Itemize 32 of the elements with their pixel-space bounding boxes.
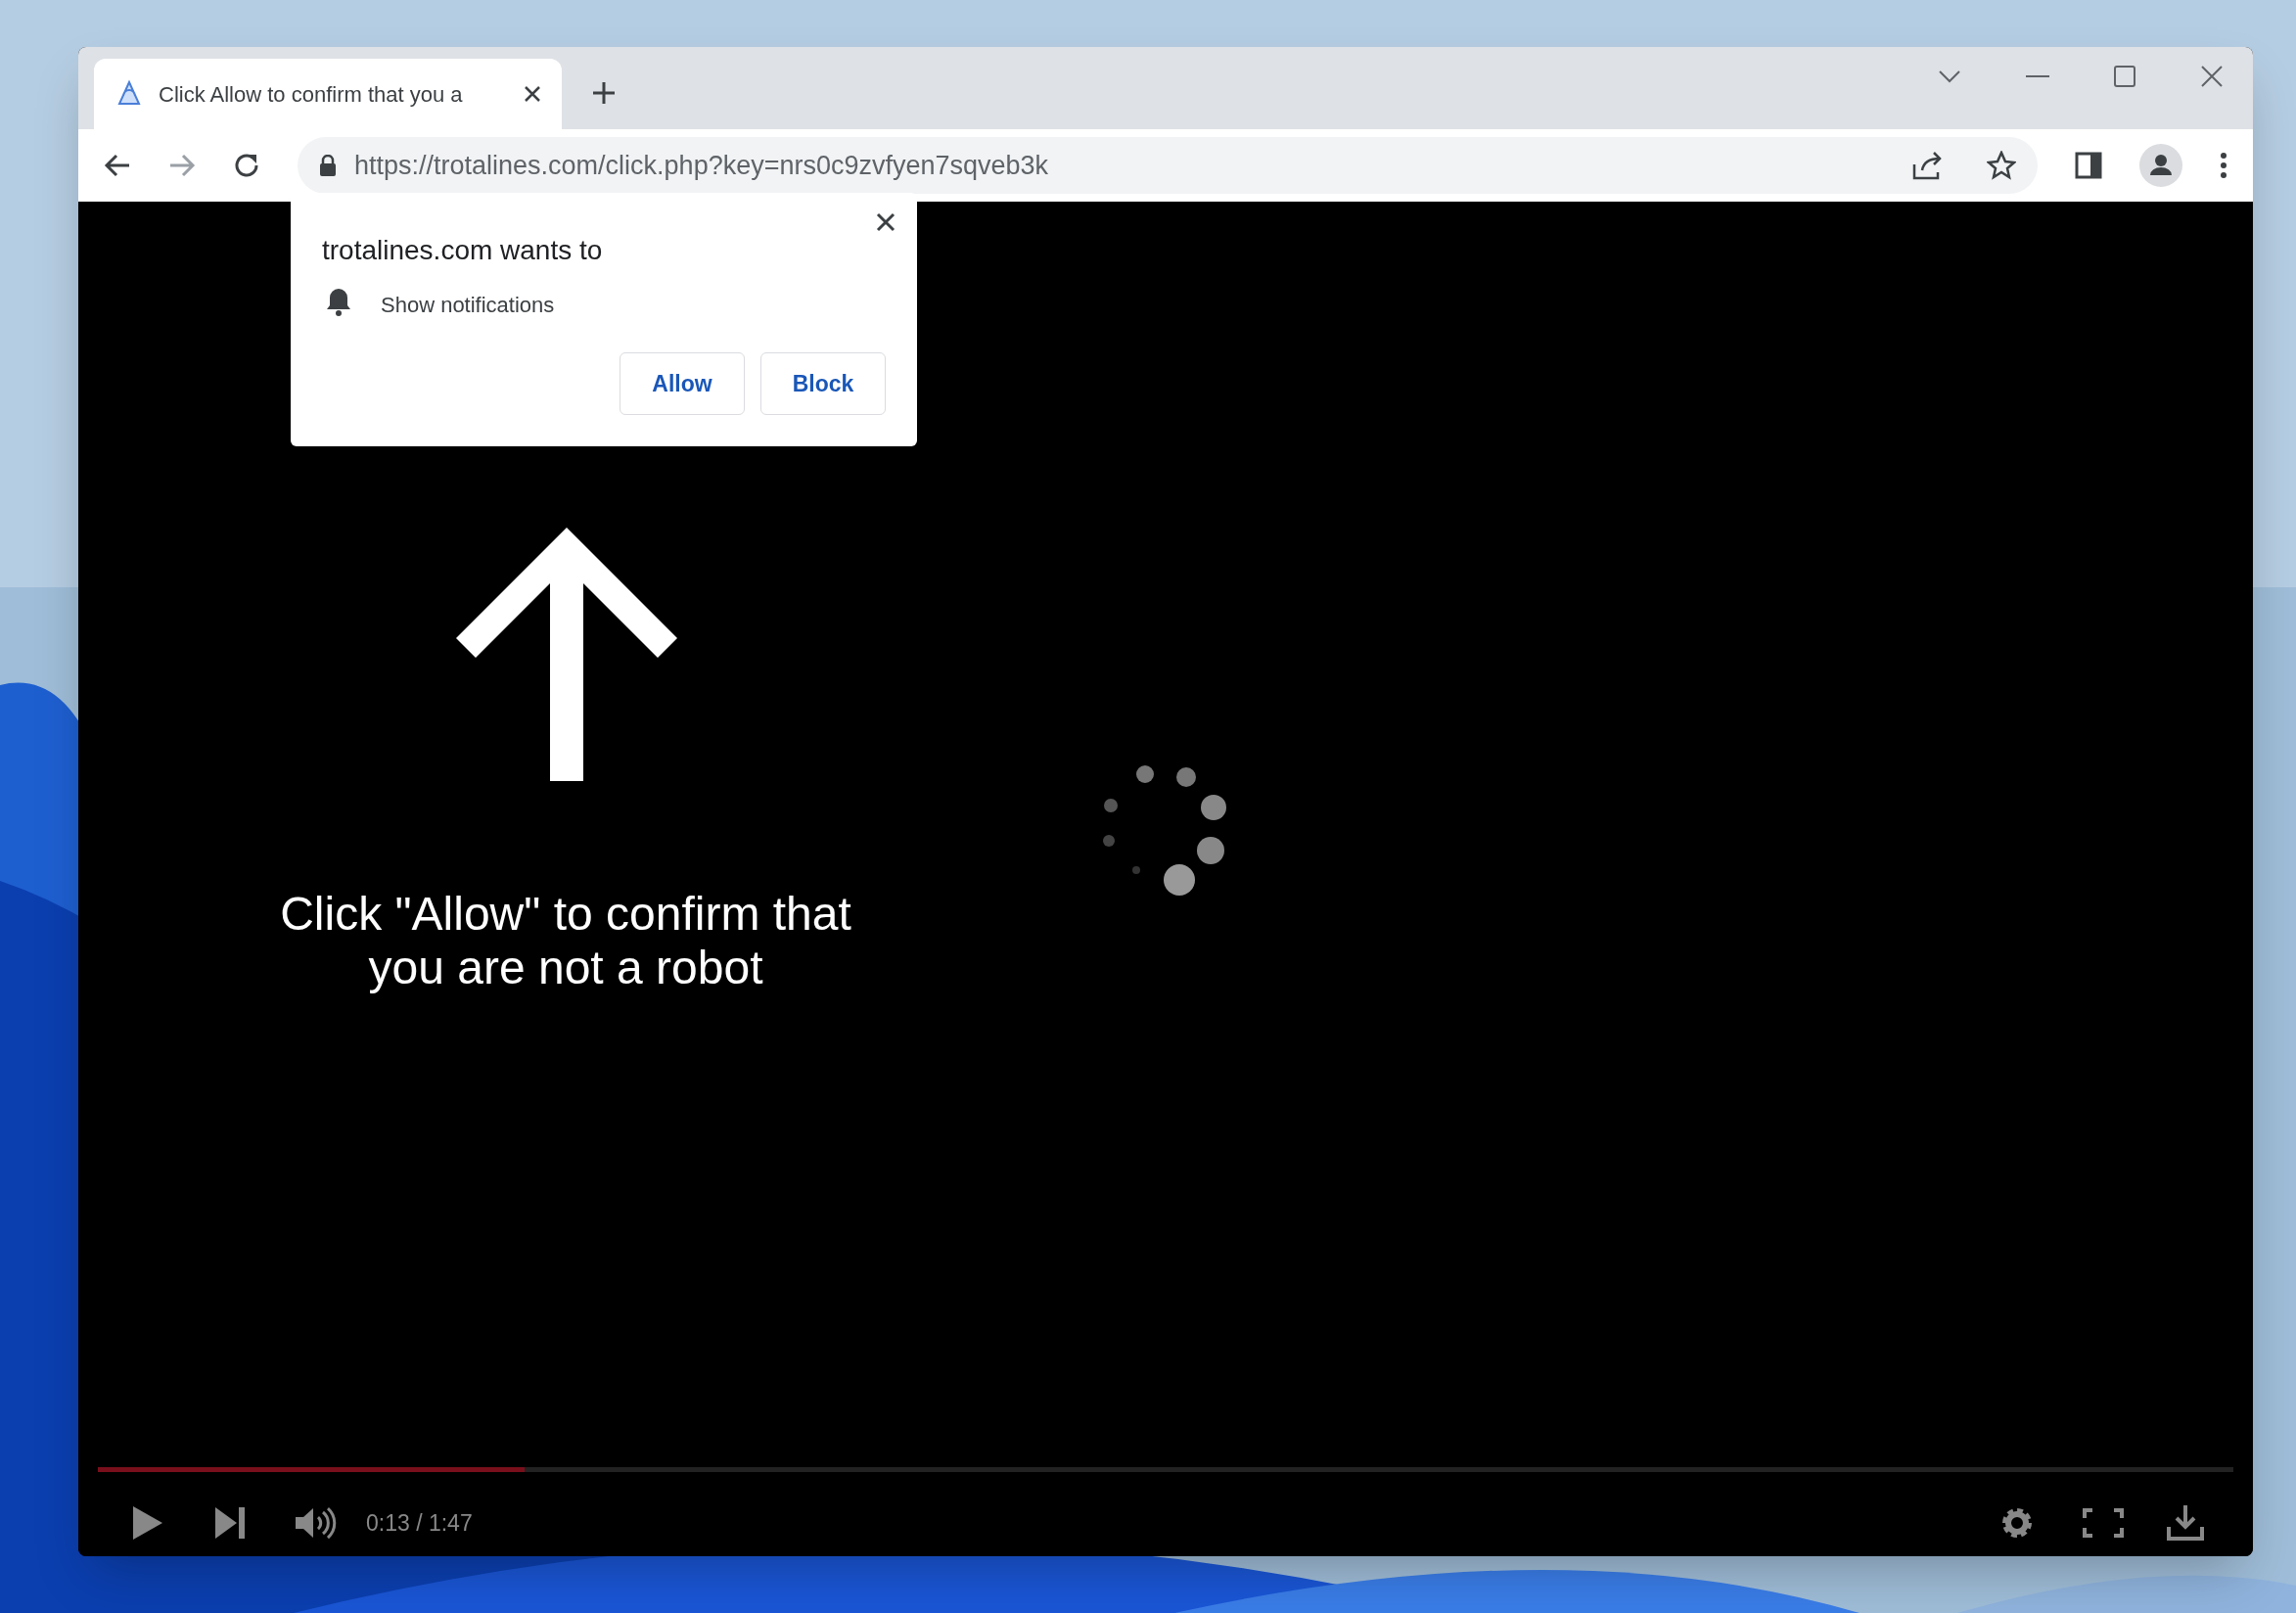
menu-icon[interactable]: [2220, 152, 2227, 179]
star-icon[interactable]: [1987, 151, 2016, 180]
time-text: 0:13 / 1:47: [366, 1508, 473, 1538]
back-icon[interactable]: [104, 154, 131, 177]
url-text: https://trotalines.com/click.php?key=nrs0c9zvfyen7sqveb3k: [354, 149, 1050, 182]
new-tab-icon[interactable]: [591, 80, 617, 106]
play-icon[interactable]: [133, 1506, 162, 1540]
forward-icon[interactable]: [168, 154, 196, 177]
skip-next-icon[interactable]: [215, 1507, 245, 1539]
minimize-icon[interactable]: [2026, 74, 2049, 78]
permission-text: Show notifications: [381, 292, 555, 319]
reload-icon[interactable]: [233, 152, 260, 179]
block-button[interactable]: Block: [760, 352, 886, 415]
allow-button[interactable]: Allow: [620, 352, 745, 415]
side-panel-icon[interactable]: [2075, 152, 2102, 179]
fullscreen-icon[interactable]: [2083, 1508, 2124, 1538]
lock-icon: [319, 155, 337, 176]
close-icon[interactable]: [2200, 65, 2224, 88]
chevron-down-icon[interactable]: [1938, 69, 1961, 83]
volume-icon[interactable]: [296, 1506, 337, 1540]
maximize-icon[interactable]: [2114, 66, 2135, 87]
address-bar[interactable]: https://trotalines.com/click.php?key=nrs0c9zvfyen7sqveb3k: [298, 137, 2038, 194]
popup-title: trotalines.com wants to: [322, 234, 603, 267]
browser-tab[interactable]: Click Allow to confirm that you a: [94, 59, 562, 129]
download-icon[interactable]: [2167, 1505, 2204, 1541]
share-icon[interactable]: [1912, 151, 1944, 180]
settings-icon[interactable]: [2000, 1506, 2034, 1540]
close-icon[interactable]: [876, 212, 895, 232]
close-icon[interactable]: [523, 84, 542, 104]
message-text: Click "Allow" to confirm that you are not a robot: [279, 887, 852, 994]
loading-spinner-icon: [1101, 764, 1228, 897]
profile-icon[interactable]: [2139, 144, 2182, 187]
